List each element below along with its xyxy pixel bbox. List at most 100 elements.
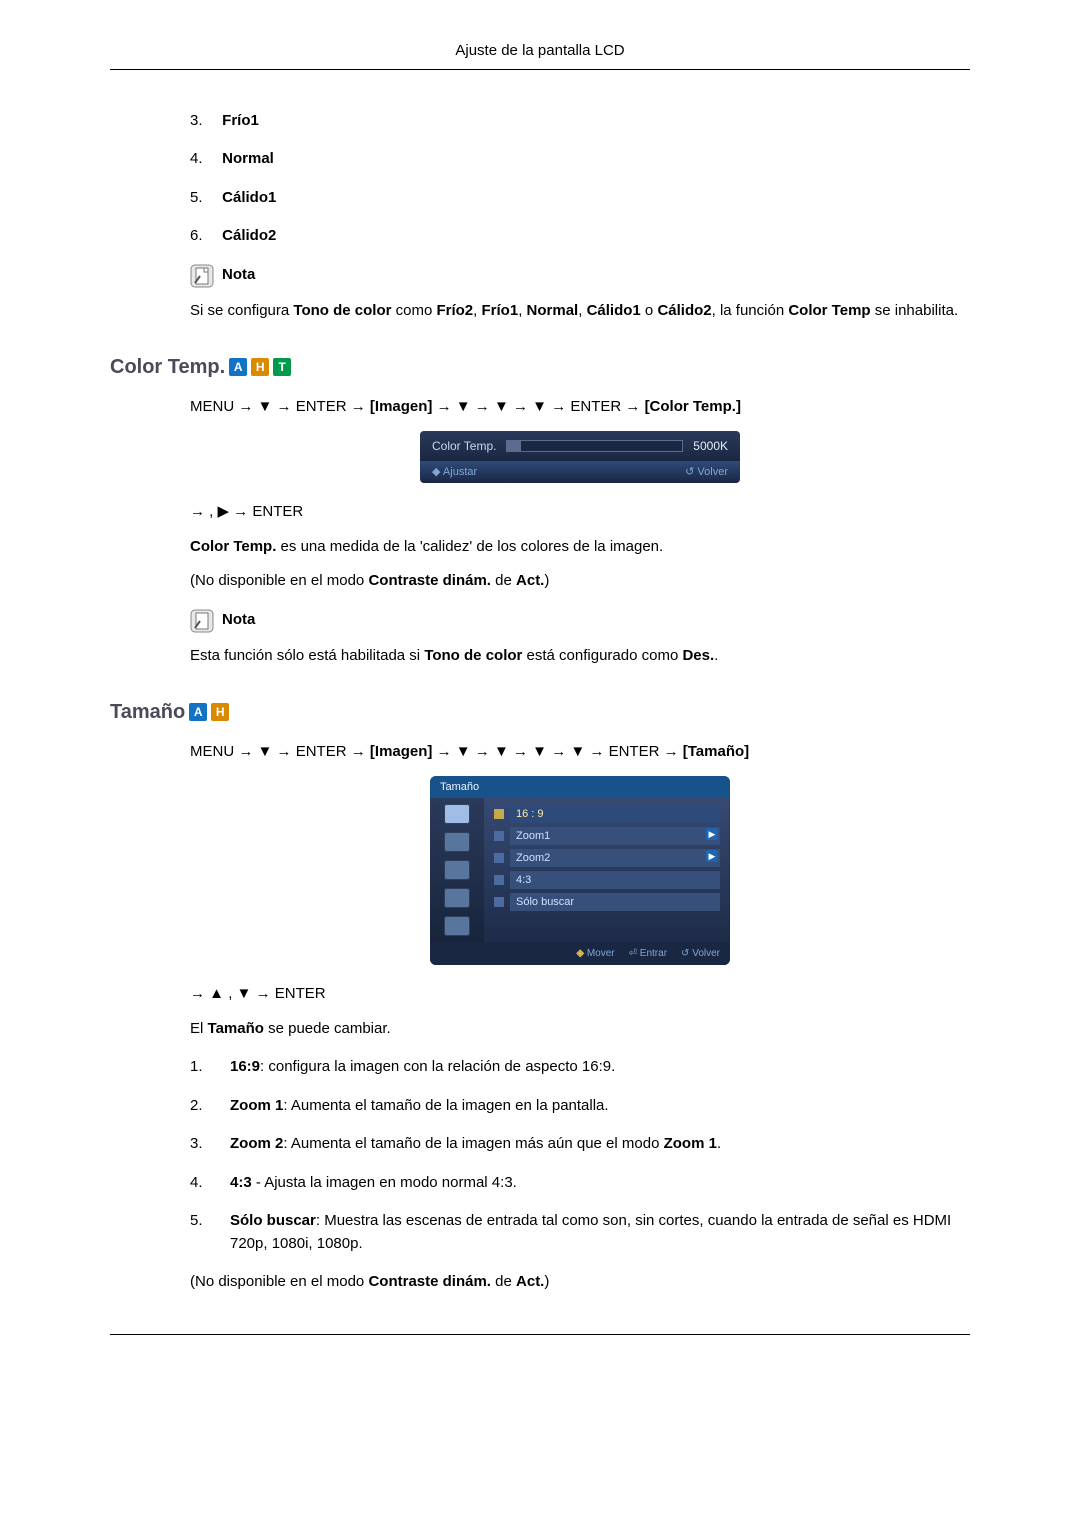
list-item: 4. Normal	[190, 148, 970, 171]
osd-option: Zoom1▶	[494, 828, 720, 844]
path-enter: ENTER	[275, 985, 326, 1002]
menu-path-2: → , ▶ → ENTER	[190, 501, 970, 524]
badge-h-icon: H	[211, 703, 229, 721]
badge-t-icon: T	[273, 358, 291, 376]
text-bold: Tono de color	[293, 302, 391, 319]
osd-slider-fill	[507, 441, 521, 451]
text: o	[641, 302, 658, 319]
text-bold: Tono de color	[424, 647, 522, 664]
page-header: Ajuste de la pantalla LCD	[110, 40, 970, 70]
osd-side-icon	[444, 832, 470, 852]
osd-option-label: 16 : 9	[510, 805, 720, 824]
osd-body: 16 : 9 Zoom1▶ Zoom2▶ 4:3	[430, 798, 730, 942]
osd-option: Zoom2▶	[494, 850, 720, 866]
list-number: 6.	[190, 225, 218, 248]
text-bold: Cálido1	[587, 302, 641, 319]
text-bold: Zoom 2	[230, 1135, 283, 1152]
text: ,	[578, 302, 586, 319]
text: )	[544, 1273, 549, 1290]
list-number: 4.	[190, 148, 218, 171]
text: → ,	[190, 503, 218, 520]
osd-row: Color Temp. 5000K	[420, 431, 740, 461]
text: Mover	[587, 948, 615, 959]
path-imagen: [Imagen]	[370, 743, 433, 760]
arrow-right-icon: →	[256, 985, 271, 1002]
text: Si se configura	[190, 302, 293, 319]
osd-color-temp: Color Temp. 5000K ◆ Ajustar ↺ Volver	[420, 431, 740, 484]
text: se puede cambiar.	[264, 1020, 391, 1037]
note-icon	[190, 264, 214, 288]
chevron-down-icon: ▼	[456, 398, 471, 415]
chevron-down-icon: ▼	[258, 743, 273, 760]
path-colortemp: [Color Temp.]	[645, 398, 741, 415]
osd-ajustar: ◆ Ajustar	[432, 464, 477, 481]
list-number: 4.	[190, 1172, 212, 1195]
osd-entrar: ⏎ Entrar	[629, 946, 667, 961]
list-item: 6. Cálido2	[190, 225, 970, 248]
section-heading-tamano: Tamaño A H	[110, 697, 970, 727]
text-bold: Zoom 1	[230, 1097, 283, 1114]
chevron-down-icon: ▼	[456, 743, 471, 760]
section-body-color-temp: MENU → ▼ → ENTER → [Imagen] → ▼ → ▼ → ▼ …	[190, 396, 970, 667]
osd-option-label: Sólo buscar	[510, 893, 720, 912]
arrow-right-icon: →	[351, 398, 366, 415]
text-bold: 4:3	[230, 1174, 252, 1191]
badge-h-icon: H	[251, 358, 269, 376]
arrow-right-icon: →	[589, 743, 604, 760]
list-label: Normal	[222, 150, 274, 167]
list-number: 2.	[190, 1095, 212, 1118]
path-imagen: [Imagen]	[370, 398, 433, 415]
page-title: Ajuste de la pantalla LCD	[455, 42, 624, 59]
text: .	[714, 647, 718, 664]
list-number: 3.	[190, 1133, 212, 1156]
chevron-right-icon: ▶	[706, 850, 718, 862]
osd-option-label: Zoom1▶	[510, 827, 720, 846]
path-enter: ENTER	[252, 503, 303, 520]
chevron-down-icon: ▼	[570, 743, 585, 760]
page-footer-rule	[110, 1334, 970, 1336]
paragraph: (No disponible en el modo Contraste diná…	[190, 1271, 970, 1294]
text-bold: Tamaño	[208, 1020, 264, 1037]
text: .	[717, 1135, 721, 1152]
chevron-right-icon: ▶	[218, 503, 230, 520]
text-bold: Zoom 1	[664, 1135, 717, 1152]
text-bold: Normal	[527, 302, 579, 319]
tone-list: 3. Frío1 4. Normal 5. Cálido1 6. Cálido2	[190, 110, 970, 248]
paragraph: Color Temp. es una medida de la 'calidez…	[190, 536, 970, 559]
menu-path-2: → ▲ , ▼ → ENTER	[190, 983, 970, 1006]
text: (No disponible en el modo	[190, 572, 368, 589]
paragraph: (No disponible en el modo Contraste diná…	[190, 570, 970, 593]
chevron-up-icon: ▲	[209, 985, 224, 1002]
path-enter: ENTER	[296, 743, 347, 760]
osd-tamano-wrapper: Tamaño 16 : 9	[190, 776, 970, 966]
osd-side-icon	[444, 916, 470, 936]
list-number: 5.	[190, 187, 218, 210]
text-bold: Color Temp	[788, 302, 870, 319]
list-body: Sólo buscar: Muestra las escenas de entr…	[230, 1210, 970, 1255]
note-icon	[190, 609, 214, 633]
osd-title: Tamaño	[430, 776, 730, 799]
text-bold: Sólo buscar	[230, 1212, 316, 1229]
arrow-right-icon: →	[475, 398, 490, 415]
chevron-right-icon: ▶	[706, 828, 718, 840]
text: (No disponible en el modo	[190, 1273, 368, 1290]
text: : Aumenta el tamaño de la imagen más aún…	[283, 1135, 663, 1152]
osd-tamano: Tamaño 16 : 9	[430, 776, 730, 966]
path-enter: ENTER	[609, 743, 660, 760]
path-menu: MENU	[190, 743, 234, 760]
text: : Muestra las escenas de entrada tal com…	[230, 1212, 951, 1252]
text: : Aumenta el tamaño de la imagen en la p…	[283, 1097, 608, 1114]
osd-volver: ↺ Volver	[681, 946, 720, 961]
tone-list-block: 3. Frío1 4. Normal 5. Cálido1 6. Cálido2…	[190, 110, 970, 323]
arrow-right-icon: →	[277, 743, 292, 760]
note-text: Si se configura Tono de color como Frío2…	[190, 300, 970, 323]
list-number: 5.	[190, 1210, 212, 1255]
text-bold: Contraste dinám.	[368, 572, 491, 589]
text: Volver	[697, 466, 728, 478]
list-label: Cálido2	[222, 227, 276, 244]
list-label: Cálido1	[222, 189, 276, 206]
text: ,	[228, 985, 236, 1002]
osd-volver: ↺ Volver	[685, 464, 728, 481]
osd-mover: ◆ Mover	[576, 946, 614, 961]
osd-option-label: 4:3	[510, 871, 720, 890]
